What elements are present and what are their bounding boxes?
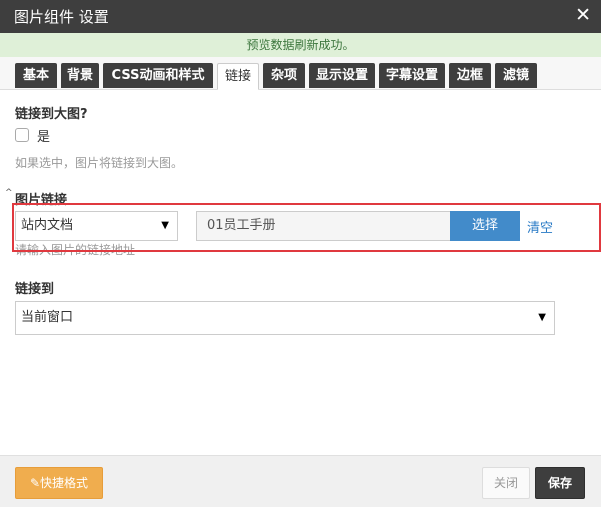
tab-display-settings[interactable]: 显示设置 — [309, 63, 375, 88]
link-target-value: 当前窗口 — [21, 310, 74, 325]
link-target-select[interactable]: 当前窗口 ▼ — [15, 301, 555, 335]
pencil-icon: ✎ — [29, 476, 41, 490]
link-to-big-checkbox-label: 是 — [37, 130, 51, 145]
link-value-input[interactable]: 01员工手册 — [196, 211, 451, 241]
dropdown-arrow-icon: ▼ — [538, 312, 546, 323]
success-notice: 预览数据刷新成功。 — [0, 33, 601, 57]
dialog-titlebar: 图片组件 设置 ✕ — [0, 0, 601, 33]
image-link-help: 请输入图片的链接地址 — [15, 243, 136, 257]
tab-bar: 基本 背景 CSS动画和样式 链接 杂项 显示设置 字幕设置 边框 滤镜 — [0, 57, 601, 90]
link-to-big-checkbox[interactable] — [15, 128, 29, 142]
quick-format-label: 快捷格式 — [40, 476, 89, 490]
link-to-big-help: 如果选中，图片将链接到大图。 — [15, 156, 184, 170]
tab-background[interactable]: 背景 — [61, 63, 99, 88]
dialog-footer: ✎快捷格式 关闭 保存 — [0, 455, 601, 507]
tab-link[interactable]: 链接 — [217, 63, 259, 90]
dropdown-arrow-icon: ▼ — [161, 220, 169, 231]
dialog-title: 图片组件 设置 — [14, 8, 109, 26]
tab-misc[interactable]: 杂项 — [263, 63, 305, 88]
close-button[interactable]: 关闭 — [482, 467, 530, 499]
tab-css-animation[interactable]: CSS动画和样式 — [103, 63, 213, 88]
caret-up-icon: ^ — [5, 188, 13, 198]
image-link-title: 图片链接 — [15, 193, 68, 208]
link-target-title: 链接到 — [15, 282, 55, 297]
save-button[interactable]: 保存 — [535, 467, 585, 499]
quick-format-button[interactable]: ✎快捷格式 — [15, 467, 103, 499]
link-type-select[interactable]: 站内文档 ▼ — [15, 211, 178, 241]
tab-filter[interactable]: 滤镜 — [495, 63, 537, 88]
link-to-big-title: 链接到大图? — [15, 107, 88, 122]
close-icon[interactable]: ✕ — [575, 4, 591, 26]
tab-caption-settings[interactable]: 字幕设置 — [379, 63, 445, 88]
tab-basic[interactable]: 基本 — [15, 63, 57, 88]
link-type-value: 站内文档 — [21, 218, 74, 233]
tab-border[interactable]: 边框 — [449, 63, 491, 88]
clear-link[interactable]: 清空 — [527, 217, 553, 236]
choose-button[interactable]: 选择 — [450, 211, 520, 241]
